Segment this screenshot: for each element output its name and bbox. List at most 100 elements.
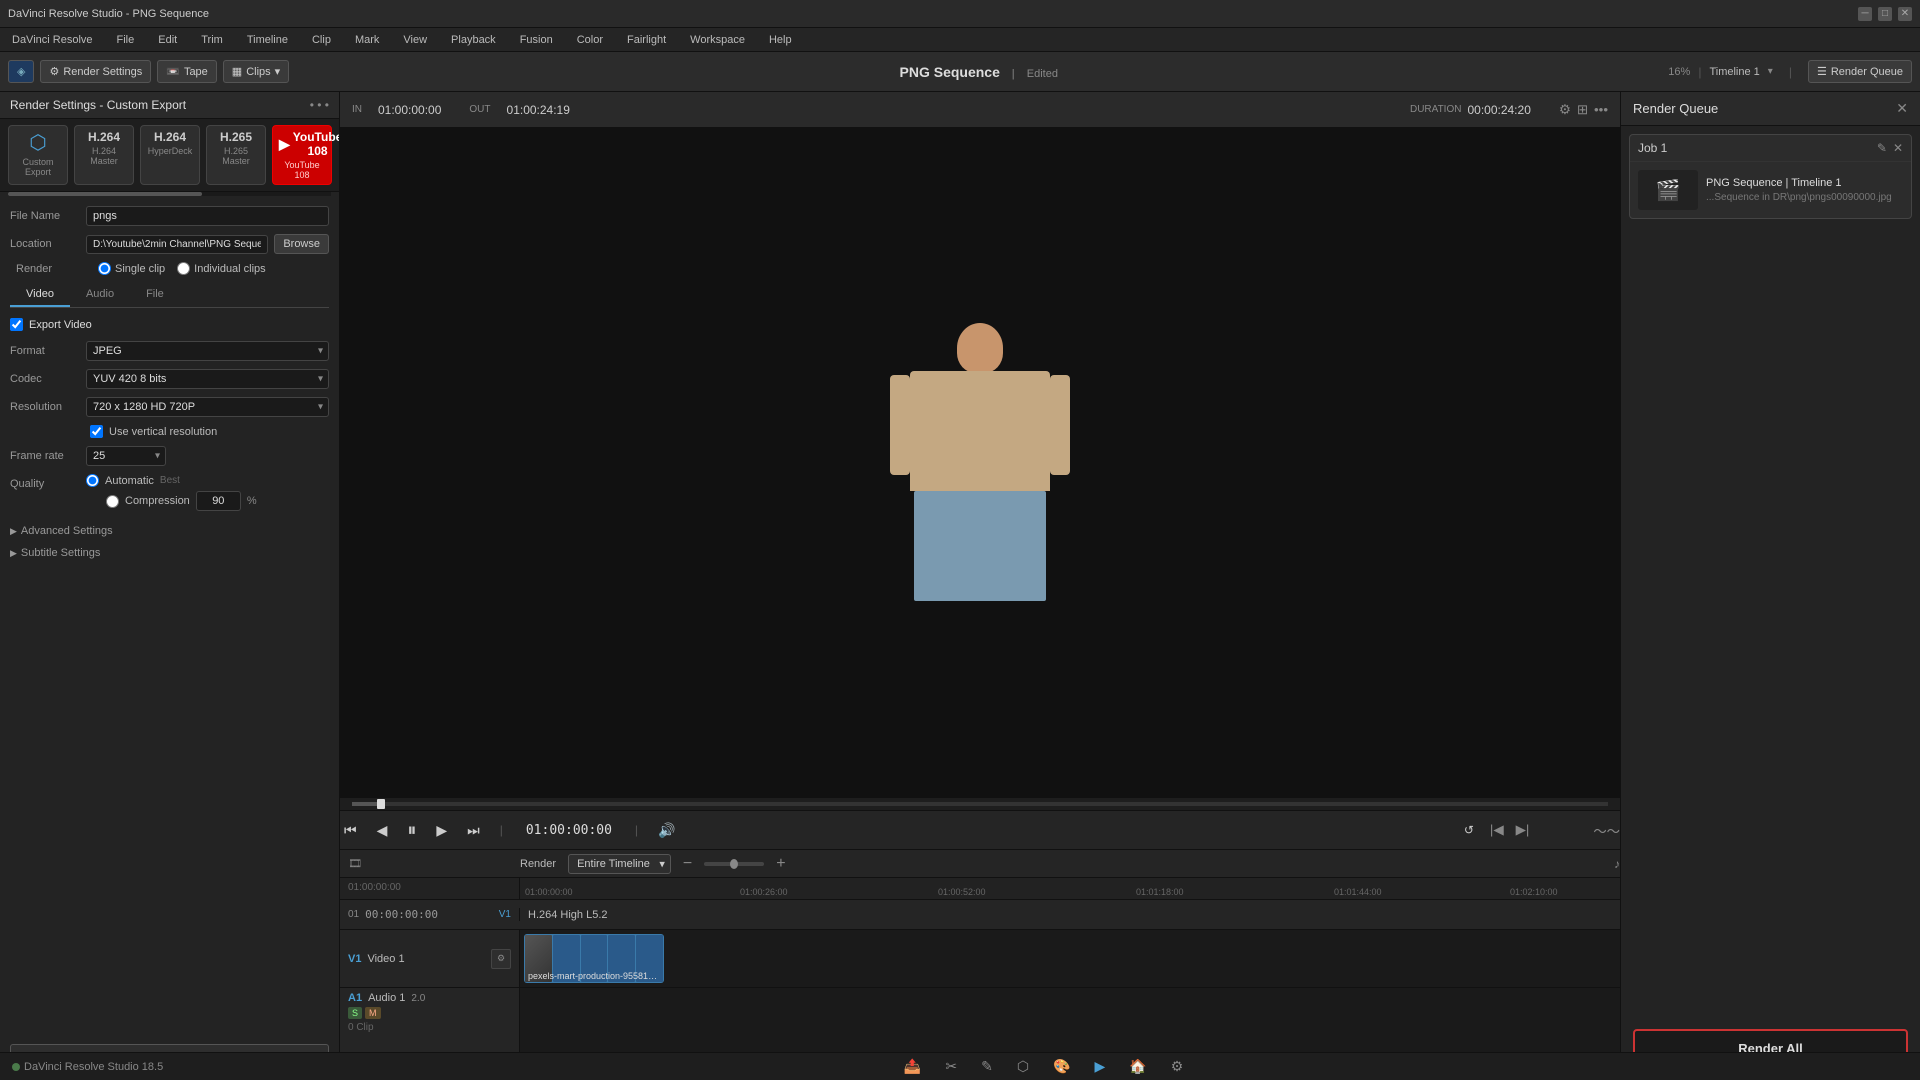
- tab-audio[interactable]: Audio: [70, 283, 130, 307]
- job-1-content: 🎬 PNG Sequence | Timeline 1 ...Sequence …: [1630, 162, 1911, 218]
- preset-custom-export[interactable]: ⬡ Custom Export: [8, 125, 68, 185]
- preview-subject: [890, 323, 1070, 603]
- tab-file[interactable]: File: [130, 283, 180, 307]
- compression-unit: %: [247, 495, 257, 507]
- preset-tabs-container: ⬡ Custom Export H.264 H.264 Master H.264…: [0, 119, 339, 192]
- render-queue-button[interactable]: ☰ Render Queue: [1808, 60, 1912, 83]
- audio-badge-s[interactable]: S: [348, 1007, 362, 1019]
- next-frame-button[interactable]: ▶|: [1516, 822, 1530, 838]
- settings-status-icon-btn[interactable]: ⚙: [1171, 1058, 1184, 1075]
- ruler-mark-5: 01:02:10:00: [1510, 887, 1558, 897]
- video-clip-block[interactable]: pexels-mart-production-9558198-...: [524, 934, 664, 983]
- timeline-zoom-in-button[interactable]: +: [776, 855, 785, 873]
- vertical-resolution-row: Use vertical resolution: [10, 425, 329, 438]
- out-timecode[interactable]: 01:00:24:19: [507, 103, 570, 117]
- skip-to-end-button[interactable]: ⏭: [463, 818, 484, 843]
- menu-clip[interactable]: Clip: [308, 32, 335, 48]
- fusion-icon-btn[interactable]: ⬡: [1017, 1058, 1029, 1075]
- close-button[interactable]: ✕: [1898, 7, 1912, 21]
- advanced-settings-toggle[interactable]: ▶ Advanced Settings: [10, 519, 329, 541]
- tape-button[interactable]: 📼 Tape: [157, 60, 217, 83]
- browse-button[interactable]: Browse: [274, 234, 329, 254]
- seekbar-track[interactable]: [352, 802, 1608, 806]
- menu-timeline[interactable]: Timeline: [243, 32, 292, 48]
- preset-h264-master[interactable]: H.264 H.264 Master: [74, 125, 134, 185]
- toolbar-app-btn[interactable]: ◈: [8, 60, 34, 83]
- vertical-resolution-label[interactable]: Use vertical resolution: [90, 425, 329, 438]
- preview-grid-icon[interactable]: ⊞: [1577, 102, 1588, 118]
- menu-edit[interactable]: Edit: [154, 32, 181, 48]
- location-input[interactable]: [86, 235, 268, 254]
- skip-to-start-button[interactable]: ⏮: [340, 818, 361, 843]
- menu-workspace[interactable]: Workspace: [686, 32, 749, 48]
- seekbar-container[interactable]: [340, 798, 1620, 810]
- menu-mark[interactable]: Mark: [351, 32, 383, 48]
- export-video-checkbox[interactable]: [10, 318, 23, 331]
- preview-more-icon[interactable]: •••: [1594, 102, 1608, 118]
- preview-settings-icon[interactable]: ⚙: [1559, 102, 1571, 118]
- menu-help[interactable]: Help: [765, 32, 796, 48]
- menu-file[interactable]: File: [113, 32, 139, 48]
- preset-youtube[interactable]: ▶ YouTube 108 YouTube 108: [272, 125, 332, 185]
- render-range-button[interactable]: Entire Timeline ▾: [568, 854, 671, 874]
- job-1-edit-button[interactable]: ✎: [1877, 141, 1887, 155]
- preset-h264-hyperdeck[interactable]: H.264 HyperDeck: [140, 125, 200, 185]
- chevron-down-icon: ▾: [275, 65, 281, 78]
- maximize-button[interactable]: □: [1878, 7, 1892, 21]
- use-vertical-checkbox[interactable]: [90, 425, 103, 438]
- menu-fairlight[interactable]: Fairlight: [623, 32, 670, 48]
- render-settings-button[interactable]: ⚙ Render Settings: [40, 60, 151, 83]
- home-icon-btn[interactable]: 🏠: [1129, 1058, 1146, 1075]
- single-clip-radio[interactable]: Single clip: [98, 262, 165, 275]
- format-select[interactable]: JPEG: [86, 341, 329, 361]
- in-timecode[interactable]: 01:00:00:00: [378, 103, 441, 117]
- clips-button[interactable]: ▦ Clips ▾: [223, 60, 289, 83]
- menu-playback[interactable]: Playback: [447, 32, 500, 48]
- timeline-zoom-out-button[interactable]: −: [683, 855, 692, 873]
- play-button[interactable]: ⏸: [403, 816, 420, 845]
- minimize-button[interactable]: ─: [1858, 7, 1872, 21]
- video-track-header: V1 Video 1 ⚙: [340, 930, 520, 987]
- volume-button[interactable]: 🔊: [654, 818, 679, 843]
- individual-clips-radio[interactable]: Individual clips: [177, 262, 266, 275]
- filename-input[interactable]: [86, 206, 329, 226]
- color-icon-btn[interactable]: 🎨: [1053, 1058, 1070, 1075]
- dropdown-arrow-icon: ▾: [659, 857, 665, 870]
- codec-select[interactable]: YUV 420 8 bits: [86, 369, 329, 389]
- panel-options-icon[interactable]: • • •: [310, 98, 329, 112]
- youtube-icon: ▶: [279, 136, 290, 153]
- ruler-mark-0: 01:00:00:00: [525, 887, 573, 897]
- tab-video[interactable]: Video: [10, 283, 70, 307]
- edit-icon-btn[interactable]: ✎: [981, 1058, 993, 1075]
- video-track-settings-btn[interactable]: ⚙: [491, 949, 511, 969]
- menu-view[interactable]: View: [399, 32, 431, 48]
- menu-fusion[interactable]: Fusion: [516, 32, 557, 48]
- preview-window: [340, 128, 1620, 798]
- step-forward-button[interactable]: ▶: [432, 818, 451, 843]
- timeline-zoom-slider[interactable]: [704, 862, 764, 866]
- step-back-button[interactable]: ◀: [373, 818, 392, 843]
- menu-color[interactable]: Color: [573, 32, 607, 48]
- menu-trim[interactable]: Trim: [197, 32, 227, 48]
- menu-davinci-resolve[interactable]: DaVinci Resolve: [8, 32, 97, 48]
- prev-frame-button[interactable]: |◀: [1490, 822, 1504, 838]
- audio-badge-m[interactable]: M: [365, 1007, 381, 1019]
- audio-waveform-icon[interactable]: 〜〜: [1593, 821, 1620, 840]
- panel-title: Render Settings - Custom Export: [10, 98, 186, 112]
- render-queue-panel: Render Queue ✕ Job 1 ✎ ✕ 🎬 PNG Sequence …: [1620, 92, 1920, 1080]
- automatic-radio[interactable]: Automatic Best: [86, 474, 257, 487]
- loop-button[interactable]: ↺: [1460, 819, 1478, 841]
- subtitle-settings-toggle[interactable]: ▶ Subtitle Settings: [10, 541, 329, 563]
- framerate-select[interactable]: 25: [86, 446, 166, 466]
- media-icon-btn[interactable]: ▶: [1095, 1058, 1106, 1075]
- compression-value-input[interactable]: [196, 491, 241, 511]
- compression-radio[interactable]: [106, 495, 119, 508]
- seekbar-playhead[interactable]: [377, 799, 385, 809]
- render-queue-close-button[interactable]: ✕: [1896, 100, 1908, 117]
- resolution-select[interactable]: 720 x 1280 HD 720P: [86, 397, 329, 417]
- job-1-close-button[interactable]: ✕: [1893, 141, 1903, 155]
- preset-h265-master[interactable]: H.265 H.265 Master: [206, 125, 266, 185]
- delivery-icon-btn[interactable]: 📤: [904, 1058, 921, 1075]
- cut-icon-btn[interactable]: ✂: [945, 1058, 957, 1075]
- clip-info-left: 01 00:00:00:00 V1: [340, 908, 520, 921]
